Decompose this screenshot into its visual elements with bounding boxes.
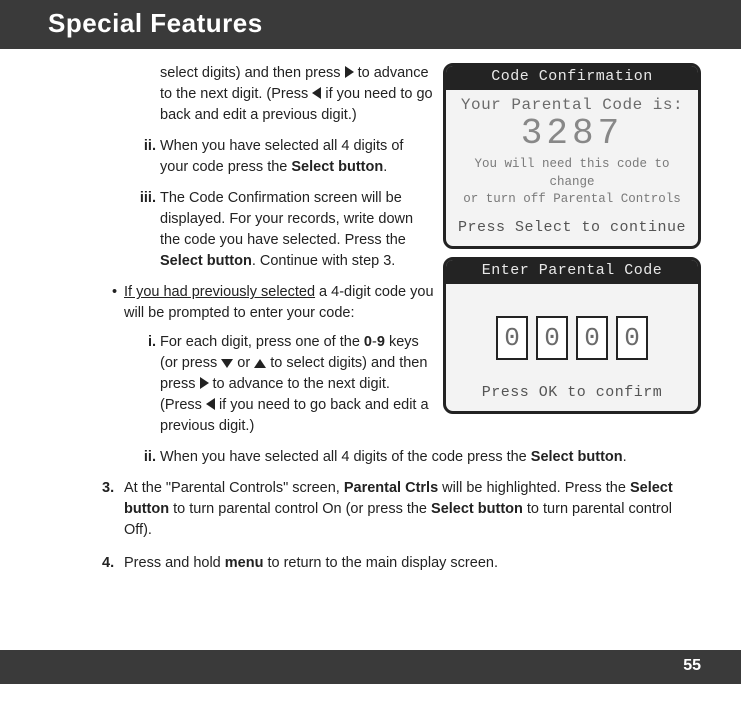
- page-title: Special Features: [48, 8, 741, 39]
- text: .: [623, 449, 627, 465]
- roman-numeral: iii.: [130, 188, 156, 209]
- list-item: iii. The Code Confirmation screen will b…: [160, 188, 701, 272]
- roman-list-1: select digits) and then press to advance…: [48, 63, 701, 272]
- roman-numeral: i.: [130, 332, 156, 353]
- bold-text: Select button: [431, 501, 523, 517]
- bold-text: 0: [364, 334, 372, 350]
- bold-text: Select button: [291, 159, 383, 175]
- numbered-list: 3. At the "Parental Controls" screen, Pa…: [48, 478, 701, 574]
- bold-text: Parental Ctrls: [344, 480, 438, 496]
- page-body: Code Confirmation Your Parental Code is:…: [0, 49, 741, 610]
- bold-text: menu: [225, 555, 264, 571]
- underline-text: If you had previously selected: [124, 284, 315, 300]
- header-bar: Special Features: [0, 0, 741, 49]
- list-item: 3. At the "Parental Controls" screen, Pa…: [124, 478, 701, 541]
- continued-fragment: select digits) and then press: [160, 65, 345, 81]
- roman-numeral: ii.: [130, 136, 156, 157]
- bold-text: 9: [377, 334, 385, 350]
- footer-bar: 55: [0, 650, 741, 684]
- list-item: i. For each digit, press one of the 0-9 …: [160, 332, 701, 437]
- text: will be highlighted. Press the: [438, 480, 630, 496]
- text: For each digit, press one of the: [160, 334, 364, 350]
- step-number: 3.: [102, 478, 114, 499]
- arrow-down-icon: [221, 359, 233, 368]
- text: The Code Confirmation screen will be dis…: [160, 190, 413, 248]
- text: At the "Parental Controls" screen,: [124, 480, 344, 496]
- arrow-right-icon: [200, 377, 209, 389]
- text: When you have selected all 4 digits of t…: [160, 449, 531, 465]
- step-number: 4.: [102, 553, 114, 574]
- text: . Continue with step 3.: [252, 253, 395, 269]
- roman-list-2: i. For each digit, press one of the 0-9 …: [48, 332, 701, 468]
- list-item: ii. When you have selected all 4 digits …: [160, 447, 701, 468]
- list-item: ii. When you have selected all 4 digits …: [160, 136, 701, 178]
- bullet-previous: If you had previously selected a 4-digit…: [48, 282, 701, 324]
- arrow-left-icon: [312, 87, 321, 99]
- list-item: 4. Press and hold menu to return to the …: [124, 553, 701, 574]
- text: to turn parental control On (or press th…: [169, 501, 431, 517]
- roman-numeral: ii.: [130, 447, 156, 468]
- list-item: select digits) and then press to advance…: [160, 63, 701, 126]
- bold-text: Select button: [531, 449, 623, 465]
- arrow-right-icon: [345, 66, 354, 78]
- page-number: 55: [683, 657, 701, 675]
- text: .: [383, 159, 387, 175]
- text: or: [233, 355, 254, 371]
- instruction-text: select digits) and then press to advance…: [48, 63, 701, 574]
- bold-text: Select button: [160, 253, 252, 269]
- text: Press and hold: [124, 555, 225, 571]
- text: to return to the main display screen.: [263, 555, 498, 571]
- arrow-left-icon: [206, 398, 215, 410]
- arrow-up-icon: [254, 359, 266, 368]
